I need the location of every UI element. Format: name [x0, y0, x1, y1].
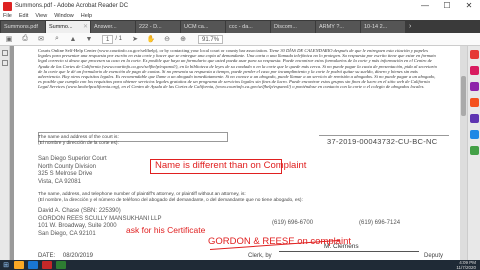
court-label-es: (El nombre y dirección de la corte es):: [38, 140, 119, 146]
tab-10-14[interactable]: 10-14 2...: [361, 21, 405, 33]
tab-strip: Summons.pdf Summo... ✕ Answer... 222 - D.…: [0, 20, 480, 33]
minimize-button[interactable]: —: [414, 0, 436, 12]
tab-summons-pdf[interactable]: Summons.pdf: [1, 21, 45, 33]
select-icon[interactable]: ➤: [130, 35, 140, 44]
vertical-scrollbar[interactable]: [460, 46, 467, 260]
left-navigation-pane: [0, 46, 10, 270]
comment-icon[interactable]: [470, 98, 479, 107]
deputy-label: Deputy: [424, 253, 444, 259]
zoom-in-icon[interactable]: ⊕: [178, 35, 188, 44]
search-icon[interactable]: ⌕: [52, 35, 62, 44]
tab-label: 10-14 2...: [364, 24, 388, 30]
share-icon[interactable]: [470, 130, 479, 139]
tab-label: 222 - D...: [139, 24, 162, 30]
tab-answer[interactable]: Answer...: [91, 21, 135, 33]
window-title: Summons.pdf - Adobe Acrobat Reader DC: [15, 3, 129, 9]
hand-icon[interactable]: ✋: [146, 35, 156, 44]
menu-bar: File Edit View Window Help: [0, 12, 480, 20]
tab-close-icon[interactable]: ✕: [83, 21, 88, 33]
bookmarks-icon[interactable]: [2, 60, 8, 66]
next-page-icon[interactable]: ▼: [84, 35, 94, 44]
case-number: 37-2019-00043732-CU-BC-NC: [327, 137, 438, 146]
attorney-label: The name, address, and telephone number …: [38, 192, 458, 203]
acrobat-taskbar-icon[interactable]: [42, 261, 52, 269]
edit-pdf-icon[interactable]: [470, 82, 479, 91]
start-icon[interactable]: ⊞: [0, 260, 12, 270]
zoom-input[interactable]: 91.7%: [198, 34, 224, 44]
tab-label: Answer...: [94, 24, 117, 30]
pdf-page: Courts Online Self-Help Center (www.cour…: [14, 46, 460, 260]
annotation-note[interactable]: Name is different than on Complaint: [155, 160, 306, 171]
tab-label: ccc - da...: [229, 24, 253, 30]
browser-icon[interactable]: [28, 261, 38, 269]
maximize-button[interactable]: ☐: [436, 0, 458, 12]
close-button[interactable]: ✕: [458, 0, 480, 12]
tab-summons-active[interactable]: Summo... ✕: [46, 21, 90, 33]
print-icon[interactable]: ⎙: [20, 35, 30, 44]
tab-label: UCM ca...: [184, 24, 209, 30]
court-address-line: San Diego Superior Court: [38, 156, 107, 162]
menu-help[interactable]: Help: [81, 12, 92, 20]
tab-army[interactable]: ARMY ?...: [316, 21, 360, 33]
clerk-label: Clerk, by: [248, 253, 272, 259]
menu-edit[interactable]: Edit: [19, 12, 28, 20]
prev-page-icon[interactable]: ▲: [68, 35, 78, 44]
date-line: DATE: 08/20/2019: [38, 253, 93, 259]
court-label: The name and address of the court is: (E…: [38, 135, 119, 146]
export-pdf-icon[interactable]: [470, 50, 479, 59]
zoom-out-icon[interactable]: ⊖: [162, 35, 172, 44]
court-address-line: 325 S Melrose Drive: [38, 171, 93, 178]
save-icon[interactable]: ▣: [4, 35, 14, 44]
date-value: 08/20/2019: [62, 253, 93, 259]
tab-label: Summons.pdf: [4, 24, 38, 30]
acrobat-icon: [3, 1, 12, 11]
instructions-paragraph: Courts Online Self-Help Center (www.cour…: [38, 48, 438, 90]
tab-label: Discom...: [274, 24, 297, 30]
tab-discom[interactable]: Discom...: [271, 21, 315, 33]
attorney-line: GORDON REES SCULLY MANSUKHANI LLP: [38, 215, 162, 222]
date-label: DATE:: [38, 253, 56, 259]
app-icon[interactable]: [56, 261, 66, 269]
scrollbar-thumb[interactable]: [461, 76, 466, 116]
page-thumbnails-icon[interactable]: [2, 50, 8, 56]
court-address-line: Vista, CA 92081: [38, 178, 81, 185]
tab-ccc[interactable]: ccc - da...: [226, 21, 270, 33]
tab-label: Summo...: [49, 24, 73, 30]
toolbar: ▣ ⎙ ✉ ⌕ ▲ ▼ 1 / 1 ➤ ✋ ⊖ ⊕ 91.7%: [0, 33, 480, 46]
court-label-en: The name and address of the court is:: [38, 135, 119, 140]
clock-date: 11/7/2020: [456, 265, 476, 270]
menu-window[interactable]: Window: [54, 12, 74, 20]
email-icon[interactable]: ✉: [36, 35, 46, 44]
file-explorer-icon[interactable]: [14, 261, 24, 269]
signature-line: [279, 251, 419, 252]
document-viewport[interactable]: Courts Online Self-Help Center (www.cour…: [10, 46, 467, 260]
menu-view[interactable]: View: [35, 12, 47, 20]
fill-sign-icon[interactable]: [470, 114, 479, 123]
attorney-line: David A. Chase (SBN: 225390): [38, 208, 121, 214]
system-clock[interactable]: 4:09 PM 11/7/2020: [456, 260, 480, 270]
paragraph-spanish: Tiene 30 DÍAS DE CALENDARIO después de q…: [38, 48, 437, 90]
fax-number: (619) 696-7124: [359, 220, 401, 226]
more-tabs-icon[interactable]: ›: [409, 21, 411, 33]
right-tools-pane: [467, 46, 480, 270]
page-total: / 1: [115, 36, 123, 42]
page-number-input[interactable]: 1: [102, 34, 114, 44]
court-address: San Diego Superior Court North County Di…: [38, 156, 107, 186]
attorney-label-es: (El nombre, la dirección y el número de …: [38, 197, 303, 203]
create-pdf-icon[interactable]: [470, 66, 479, 75]
more-tools-icon[interactable]: [470, 146, 479, 155]
menu-file[interactable]: File: [3, 12, 12, 20]
tab-222[interactable]: 222 - D...: [136, 21, 180, 33]
annotation-note[interactable]: ask for his Certificate: [126, 225, 205, 235]
court-address-line: North County Division: [38, 163, 97, 170]
tab-ucm[interactable]: UCM ca...: [181, 21, 225, 33]
taskbar: ⊞ 4:09 PM 11/7/2020: [0, 260, 480, 270]
phone-number: (619) 696-6700: [272, 220, 314, 226]
title-bar: Summons.pdf - Adobe Acrobat Reader DC — …: [0, 0, 480, 12]
tab-label: ARMY ?...: [319, 24, 344, 30]
